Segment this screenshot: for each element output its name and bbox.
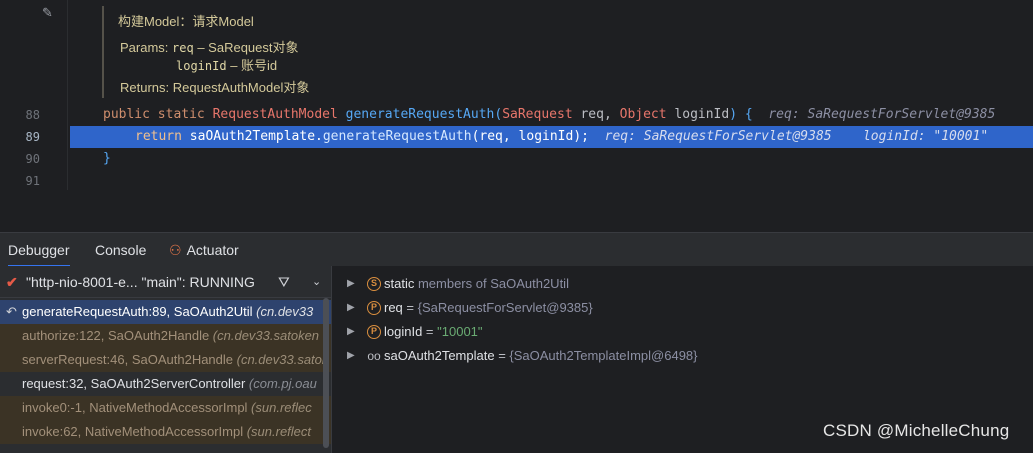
inline-value-hint: loginId: "10001" (862, 129, 989, 144)
stack-frame[interactable]: ↶ generateRequestAuth:89, SaOAuth2Util (… (0, 300, 331, 324)
line-number-91[interactable]: 91 (0, 170, 40, 192)
actuator-icon: ⚇ (169, 242, 182, 258)
stack-frame[interactable]: request:32, SaOAuth2ServerController (co… (0, 372, 331, 396)
doc-returns-row: Returns: RequestAuthModel对象 (120, 80, 310, 95)
code-line-90[interactable]: } (70, 148, 1033, 170)
filter-icon[interactable]: ⛛ (278, 266, 290, 298)
code-editor[interactable]: ✎ 88 89 90 91 构建Model：请求Model Params: re… (0, 0, 1033, 190)
inline-value-hint: req: SaRequestForServlet@9385 (768, 107, 996, 122)
stack-frame[interactable]: authorize:122, SaOAuth2Handle (cn.dev33.… (0, 324, 331, 348)
edit-doc-icon[interactable]: ✎ (42, 6, 53, 21)
variable-row-req[interactable]: ▶ P req = {SaRequestForServlet@9385} (333, 296, 933, 320)
line-number-88[interactable]: 88 (0, 104, 40, 126)
tab-debugger[interactable]: Debugger (8, 233, 70, 267)
inline-value-hint: req: SaRequestForServlet@9385 (604, 129, 832, 144)
line-number-89[interactable]: 89 (0, 126, 40, 148)
watch-glasses-icon: oo (367, 349, 381, 363)
stack-frame[interactable]: serverRequest:46, SaOAuth2Handle (cn.dev… (0, 348, 331, 372)
expand-arrow-icon[interactable]: ▶ (347, 344, 355, 368)
rendered-javadoc: 构建Model：请求Model Params: req – SaRequest对… (102, 6, 342, 98)
tab-actuator[interactable]: ⚇ Actuator (169, 233, 239, 267)
scrollbar-thumb[interactable] (323, 298, 329, 448)
tab-console[interactable]: Console (95, 233, 146, 267)
stack-frame[interactable]: invoke0:-1, NativeMethodAccessorImpl (su… (0, 396, 331, 420)
execution-point-line-89[interactable]: return saOAuth2Template.generateRequestA… (70, 126, 1033, 148)
editor-splitter[interactable] (0, 190, 1033, 232)
code-line-91[interactable] (70, 170, 1033, 192)
doc-param-row-1: Params: req – SaRequest对象 (120, 40, 299, 55)
chevron-down-icon[interactable]: ⌄ (312, 266, 321, 298)
doc-param-row-2: loginId – 账号id (176, 58, 278, 73)
parameter-icon: P (367, 325, 381, 339)
checkmark-icon: ✔ (6, 274, 18, 290)
expand-arrow-icon[interactable]: ▶ (347, 296, 355, 320)
frames-panel: ✔ "http-nio-8001-e... "main": RUNNING ⛛ … (0, 266, 332, 453)
thread-selector[interactable]: ✔ "http-nio-8001-e... "main": RUNNING ⛛ … (0, 266, 331, 298)
variable-row-static[interactable]: ▶ S static members of SaOAuth2Util (333, 272, 933, 296)
debug-tabs: Debugger Console ⚇ Actuator (0, 232, 1033, 267)
code-line-88[interactable]: public static RequestAuthModel generateR… (70, 104, 1033, 126)
parameter-icon: P (367, 301, 381, 315)
stack-frame[interactable]: invoke:62, NativeMethodAccessorImpl (sun… (0, 420, 331, 444)
watermark: CSDN @MichelleChung (823, 421, 1010, 440)
return-arrow-icon: ↶ (6, 304, 17, 319)
line-number-90[interactable]: 90 (0, 148, 40, 170)
static-members-icon: S (367, 277, 381, 291)
variable-row-loginid[interactable]: ▶ P loginId = "10001" (333, 320, 933, 344)
expand-arrow-icon[interactable]: ▶ (347, 320, 355, 344)
thread-label: "http-nio-8001-e... "main": RUNNING (26, 274, 255, 290)
doc-title: 构建Model：请求Model (118, 14, 254, 29)
variable-row-template[interactable]: ▶ oo saOAuth2Template = {SaOAuth2Templat… (333, 344, 933, 368)
editor-gutter[interactable]: ✎ 88 89 90 91 (0, 0, 68, 190)
expand-arrow-icon[interactable]: ▶ (347, 272, 355, 296)
frames-scrollbar[interactable] (322, 298, 330, 448)
